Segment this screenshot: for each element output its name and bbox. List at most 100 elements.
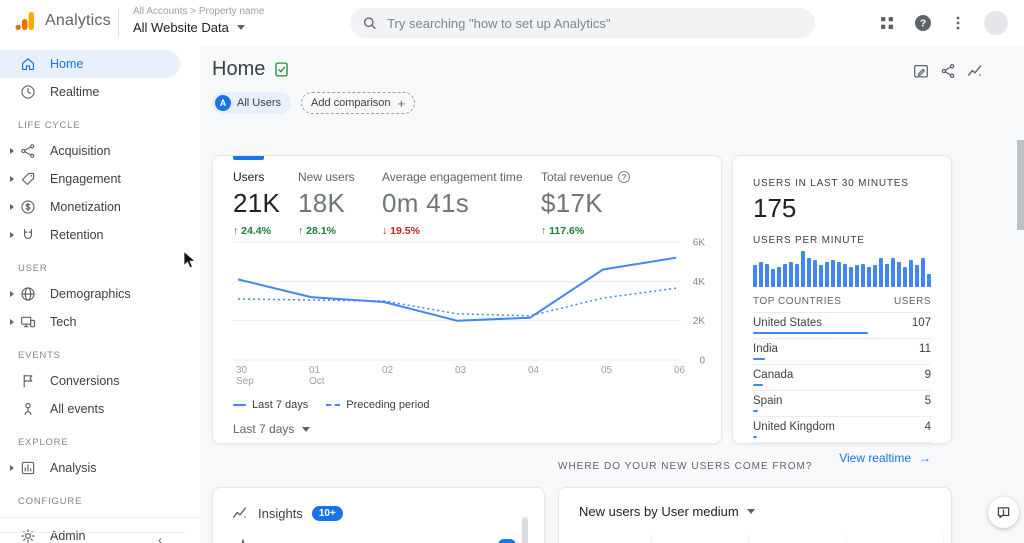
sidebar-item-analysis[interactable]: Analysis bbox=[0, 454, 200, 482]
chevron-down-icon bbox=[302, 427, 310, 432]
expand-chevron-icon[interactable] bbox=[6, 148, 18, 154]
countries-table-header: TOP COUNTRIES USERS bbox=[753, 296, 931, 313]
metric-label: Users bbox=[233, 170, 264, 184]
minute-bar bbox=[915, 265, 919, 287]
chart-legend: Last 7 days Preceding period bbox=[233, 399, 429, 411]
sidebar-item-all-events[interactable]: All events bbox=[0, 395, 200, 423]
users-line-chart: 02K4K6K30Sep01Oct0203040506 bbox=[213, 232, 723, 392]
insights-title: Insights bbox=[258, 506, 303, 521]
svg-text:06: 06 bbox=[674, 365, 686, 376]
search-input[interactable] bbox=[387, 16, 803, 31]
chevron-down-icon bbox=[747, 509, 755, 514]
svg-text:02: 02 bbox=[382, 365, 394, 376]
series-preceding-period bbox=[238, 288, 676, 316]
help-icon[interactable]: ? bbox=[618, 171, 630, 183]
svg-text:4K: 4K bbox=[693, 277, 706, 288]
minute-bar bbox=[879, 258, 883, 287]
minute-bar bbox=[897, 262, 901, 287]
country-users: 11 bbox=[919, 343, 931, 355]
comparison-label: All Users bbox=[237, 97, 281, 109]
country-row-canada: Canada9 bbox=[753, 365, 931, 391]
minute-bar bbox=[795, 264, 799, 287]
topbar-divider bbox=[118, 9, 119, 37]
new-users-card: New users by User medium bbox=[558, 487, 952, 543]
sidebar-item-engagement[interactable]: Engagement bbox=[0, 165, 200, 193]
feedback-button[interactable] bbox=[988, 497, 1019, 528]
country-bar bbox=[753, 358, 765, 360]
new-users-dropdown[interactable]: New users by User medium bbox=[559, 488, 951, 519]
apps-grid-icon[interactable] bbox=[879, 15, 895, 31]
svg-text:Sep: Sep bbox=[236, 376, 254, 387]
sparkle-icon bbox=[236, 538, 250, 543]
sidebar-section-user: USER bbox=[0, 249, 200, 280]
view-realtime-link[interactable]: View realtime → bbox=[839, 451, 931, 465]
gridline bbox=[748, 533, 749, 543]
expand-chevron-icon[interactable] bbox=[6, 319, 18, 325]
minute-bar bbox=[837, 262, 841, 287]
retention-icon bbox=[19, 226, 37, 244]
sidebar-item-realtime[interactable]: Realtime bbox=[0, 78, 200, 106]
comparison-avatar: A bbox=[215, 95, 231, 111]
minute-bar bbox=[783, 264, 787, 287]
expand-chevron-icon[interactable] bbox=[6, 232, 18, 238]
country-row-united-kingdom: United Kingdom4 bbox=[753, 417, 931, 443]
solid-line-swatch bbox=[233, 404, 246, 407]
metric-average-engagement-time[interactable]: Average engagement time0m 41s↓ 19.5% bbox=[382, 170, 523, 237]
analytics-logo[interactable]: Analytics bbox=[14, 10, 111, 32]
report-check-icon[interactable] bbox=[273, 61, 290, 78]
more-menu-icon[interactable] bbox=[951, 15, 965, 31]
sidebar-item-conversions[interactable]: Conversions bbox=[0, 367, 200, 395]
minute-bar bbox=[861, 264, 865, 287]
expand-chevron-icon[interactable] bbox=[6, 291, 18, 297]
svg-text:?: ? bbox=[920, 19, 926, 30]
metric-total-revenue[interactable]: Total revenue?$17K↑ 117.6% bbox=[541, 170, 630, 237]
all-users-chip[interactable]: A All Users bbox=[212, 92, 291, 114]
minute-bar bbox=[927, 274, 931, 287]
minute-bar bbox=[801, 251, 805, 287]
expand-chevron-icon[interactable] bbox=[6, 465, 18, 471]
gear-icon bbox=[19, 527, 37, 543]
sidebar-item-label: Analysis bbox=[50, 461, 97, 475]
expand-chevron-icon[interactable] bbox=[6, 176, 18, 182]
avatar[interactable] bbox=[984, 11, 1008, 35]
chevron-down-icon bbox=[237, 25, 245, 30]
country-row-united-states: United States107 bbox=[753, 313, 931, 339]
svg-text:6K: 6K bbox=[693, 238, 706, 249]
property-selector[interactable]: All Website Data bbox=[133, 20, 264, 35]
country-name: United States bbox=[753, 317, 822, 329]
insights-card: Insights 10+ bbox=[212, 487, 545, 543]
metric-value: $17K bbox=[541, 188, 630, 219]
sidebar-item-retention[interactable]: Retention bbox=[0, 221, 200, 249]
metric-value: 0m 41s bbox=[382, 188, 523, 219]
legend-preceding-period: Preceding period bbox=[326, 399, 429, 411]
add-comparison-button[interactable]: Add comparison + bbox=[301, 92, 415, 114]
date-range-selector[interactable]: Last 7 days bbox=[233, 422, 310, 436]
monetization-icon bbox=[19, 198, 37, 216]
acquisition-icon bbox=[19, 142, 37, 160]
customize-report-icon[interactable] bbox=[912, 62, 930, 80]
metric-users[interactable]: Users21K↑ 24.4% bbox=[233, 170, 280, 237]
country-name: United Kingdom bbox=[753, 421, 835, 433]
metric-new-users[interactable]: New users18K↑ 28.1% bbox=[298, 170, 355, 237]
svg-text:0: 0 bbox=[699, 356, 705, 367]
help-icon[interactable]: ? bbox=[914, 14, 932, 32]
minute-bar bbox=[867, 267, 871, 287]
insights-icon[interactable] bbox=[966, 62, 984, 80]
sidebar-item-demographics[interactable]: Demographics bbox=[0, 280, 200, 308]
minute-bar bbox=[765, 264, 769, 287]
sidebar-item-acquisition[interactable]: Acquisition bbox=[0, 137, 200, 165]
legend-last-7-days: Last 7 days bbox=[233, 399, 308, 411]
page-scrollbar[interactable] bbox=[1017, 140, 1024, 230]
analytics-logo-icon bbox=[14, 10, 36, 32]
insight-badge-partial bbox=[498, 539, 516, 543]
insights-scrollbar[interactable] bbox=[522, 517, 528, 543]
expand-chevron-icon[interactable] bbox=[6, 204, 18, 210]
realtime-card: USERS IN LAST 30 MINUTES 175 USERS PER M… bbox=[732, 155, 952, 444]
collapse-sidebar-icon[interactable]: ‹ bbox=[158, 533, 162, 543]
users-per-minute-chart bbox=[753, 251, 931, 287]
sidebar-item-tech[interactable]: Tech bbox=[0, 308, 200, 336]
sidebar-item-home[interactable]: Home bbox=[0, 50, 180, 78]
search-bar[interactable] bbox=[350, 8, 815, 38]
share-icon[interactable] bbox=[939, 62, 957, 80]
sidebar-item-monetization[interactable]: Monetization bbox=[0, 193, 200, 221]
